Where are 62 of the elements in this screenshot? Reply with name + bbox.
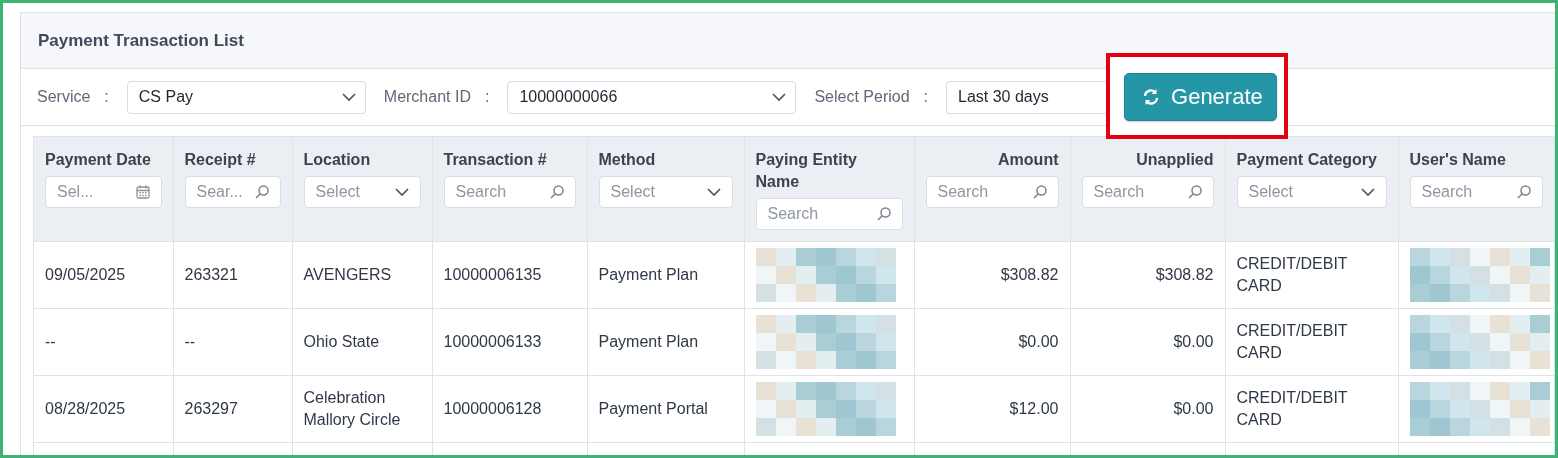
table-cell: Payment Portal [587,375,744,443]
select-field[interactable]: Select [1236,176,1387,208]
table-cell: -- [173,308,292,376]
filter-label: Select Period [814,88,910,106]
select-field[interactable]: Select [598,176,733,208]
search-field[interactable]: Sear... [184,176,281,208]
table-cell: CREDIT/DEBIT CARD [1225,241,1398,309]
column-title: Location [303,150,372,170]
table-cell: 263297 [173,375,292,443]
search-field[interactable]: Search [443,176,576,208]
column-title: Receipt # [184,150,257,170]
table-cell: CREDIT/DEBIT CARD [1225,375,1398,443]
table-cell: 09/05/2025 [34,241,173,309]
table-cell: $308.82 [1070,241,1225,309]
label-separator: : [104,88,109,106]
column-title: User's Name [1409,150,1507,170]
dropdown-field[interactable]: 10000000066 [507,80,797,114]
search-field[interactable]: Search [1409,176,1543,208]
select-field[interactable]: Select [303,176,421,208]
search-icon [1186,184,1203,200]
search-icon [1515,184,1532,200]
table-cell: 10000006133 [432,308,587,376]
column-title: Paying Entity Name [755,150,858,192]
table-cell: Payment Plan [587,308,744,376]
table-cell: $0.00 [914,308,1070,376]
date-field[interactable]: Sel... [45,176,162,208]
search-icon [253,184,270,200]
table-cell: -- [34,308,173,376]
search-icon [875,206,892,222]
label-separator: : [923,88,929,106]
panel-title: Payment Transaction List [38,30,244,51]
search-field[interactable]: Search [1081,176,1214,208]
filter-label: Merchant ID [383,88,471,106]
table-cell: 10000006128 [432,375,587,443]
table-cell: $0.00 [1070,308,1225,376]
search-field[interactable]: Search [925,176,1059,208]
filter-label: Service [37,88,91,106]
table-cell: 08/28/2025 [34,375,173,443]
table-cell: AVENGERS [292,241,432,309]
column-title: Method [598,150,657,170]
search-field[interactable]: Search [755,198,903,230]
table-cell: CREDIT/DEBIT CARD [1225,308,1398,376]
label-separator: : [484,88,490,106]
column-title: Transaction # [443,150,548,170]
generate-button[interactable]: Generate [1124,73,1277,121]
search-icon [1031,184,1048,200]
table-cell: Ohio State [292,308,432,376]
table-cell: 10000006135 [432,241,587,309]
table-cell: $0.00 [1070,375,1225,443]
column-title: Payment Date [45,150,152,170]
table-cell: Payment Plan [587,241,744,309]
table-cell: $308.82 [914,241,1070,309]
dropdown-field[interactable]: CS Pay [126,80,366,114]
table-cell: 263321 [173,241,292,309]
column-title: Payment Category [1236,150,1378,170]
dropdown-field[interactable]: Last 30 days [946,80,1107,114]
search-icon [548,184,565,200]
table-cell: $12.00 [914,375,1070,443]
table-cell: Celebration Mallory Circle [292,375,432,443]
column-title: Amount [997,150,1059,170]
column-title: Unapplied [1135,150,1214,170]
calendar-icon [134,184,151,200]
